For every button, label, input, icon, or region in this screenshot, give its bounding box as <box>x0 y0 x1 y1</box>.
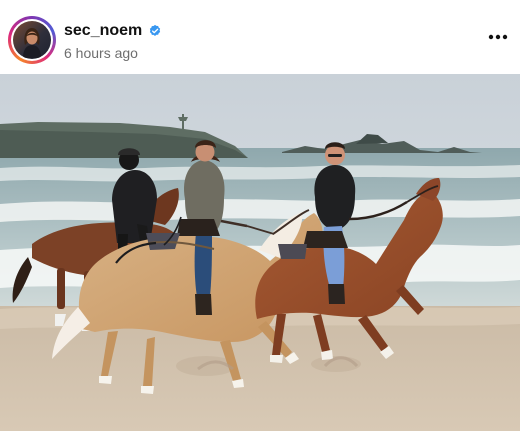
story-ring[interactable] <box>8 16 56 64</box>
avatar[interactable] <box>13 21 51 59</box>
instagram-post-card: sec_noem 6 hours ago <box>0 0 520 431</box>
beach-horseback-photo <box>0 74 520 431</box>
post-photo[interactable] <box>0 74 520 431</box>
more-options-button[interactable] <box>486 29 510 45</box>
avatar-image <box>13 21 51 59</box>
avatar-ring-gap <box>11 19 53 61</box>
username-row: sec_noem <box>64 21 162 41</box>
verified-badge-icon <box>148 24 162 38</box>
username[interactable]: sec_noem <box>64 21 142 41</box>
post-timestamp: 6 hours ago <box>64 45 138 61</box>
more-options-icon <box>488 34 508 40</box>
post-header: sec_noem 6 hours ago <box>0 0 520 74</box>
